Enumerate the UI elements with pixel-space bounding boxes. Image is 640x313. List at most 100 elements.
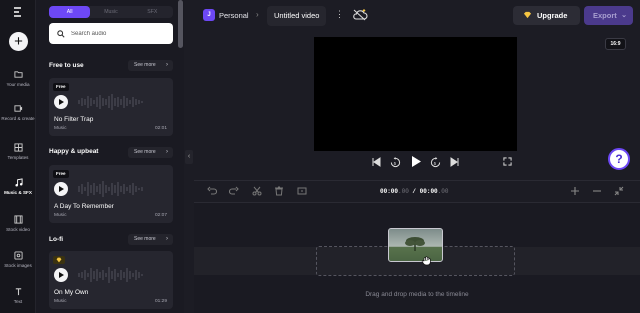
waveform-icon [78, 94, 143, 110]
audio-filter-tabs: All Music SFX [49, 6, 173, 18]
audio-panel: All Music SFX Free to use See more › Free… [36, 0, 184, 313]
menu-logo-icon[interactable] [12, 6, 24, 18]
rail-item-music-sfx[interactable]: Music & SFX [0, 178, 36, 195]
text-icon [15, 288, 21, 296]
top-bar: J Personal › Untitled video ⋮ Upgrade Ex… [194, 0, 640, 32]
play-icon[interactable] [410, 155, 422, 168]
audio-card[interactable]: Free A Day To Remember Music 02:07 [49, 165, 173, 223]
panel-scrollbar[interactable] [178, 0, 183, 48]
fullscreen-icon[interactable] [503, 157, 512, 166]
search-input[interactable] [71, 30, 161, 37]
aspect-ratio-button[interactable]: 16:9 [605, 38, 626, 50]
fit-timeline-icon[interactable] [614, 186, 624, 196]
see-more-button[interactable]: See more › [128, 234, 173, 245]
dragged-media-thumbnail[interactable] [388, 228, 443, 262]
tab-all[interactable]: All [49, 6, 91, 18]
waveform-icon [78, 267, 143, 283]
export-label: Export [593, 11, 617, 20]
premium-diamond-icon [53, 256, 65, 264]
delete-icon[interactable] [274, 186, 284, 196]
chevron-right-icon: › [166, 149, 168, 155]
add-media-icon[interactable] [297, 186, 307, 196]
see-more-label: See more [134, 62, 156, 68]
forward-5s-icon[interactable]: 5 [430, 157, 441, 168]
video-preview[interactable] [314, 37, 517, 151]
rail-item-your-media[interactable]: Your media [0, 70, 36, 87]
play-icon[interactable] [54, 268, 68, 282]
rail-item-stock-images[interactable]: Stock images [0, 251, 36, 268]
rail-item-record-create[interactable]: Record & create [0, 104, 36, 121]
zoom-in-icon[interactable] [570, 186, 580, 196]
total-time-fraction: .00 [437, 188, 449, 195]
rail-item-templates[interactable]: Templates [0, 143, 36, 160]
help-button[interactable]: ? [608, 148, 630, 170]
track-duration: 02:01 [154, 126, 167, 131]
rail-item-text[interactable]: Text [0, 287, 36, 304]
more-options-icon[interactable]: ⋮ [335, 9, 344, 20]
section-title: Lo-fi [49, 236, 64, 243]
see-more-button[interactable]: See more › [128, 60, 173, 71]
audio-card[interactable]: Free No Filter Trap Music 02:01 [49, 78, 173, 136]
rail-item-stock-video[interactable]: Stock video [0, 215, 36, 232]
time-separator: / [408, 188, 420, 195]
workspace-avatar[interactable]: J [203, 9, 215, 21]
search-icon [57, 29, 65, 38]
see-more-label: See more [134, 236, 156, 242]
track-category: Music [54, 126, 67, 131]
tab-sfx[interactable]: SFX [132, 6, 173, 18]
timecode: 00:00.00 / 00:00.00 [380, 188, 448, 195]
undo-icon[interactable] [207, 186, 217, 196]
rail-item-label: Templates [7, 155, 29, 160]
rail-item-label: Stock images [4, 263, 32, 268]
clipchamp-editor: + Your media Record & create Templates M… [0, 0, 640, 313]
play-icon[interactable] [54, 182, 68, 196]
record-icon [13, 105, 22, 112]
rewind-5s-icon[interactable]: 5 [390, 157, 401, 168]
total-time: 00:00 [419, 188, 438, 195]
waveform-icon [78, 181, 143, 197]
diamond-icon [523, 11, 532, 19]
chevron-right-icon: › [166, 236, 168, 242]
upgrade-button[interactable]: Upgrade [513, 6, 580, 25]
rail-item-label: Text [13, 299, 23, 304]
free-badge: Free [53, 83, 69, 91]
track-title: A Day To Remember [54, 203, 114, 210]
skip-forward-icon[interactable] [450, 157, 460, 167]
rail-item-label: Stock video [6, 227, 30, 232]
section-title: Free to use [49, 62, 84, 69]
rail-item-label: Music & SFX [4, 190, 32, 195]
redo-icon[interactable] [229, 186, 239, 196]
chevron-right-icon: › [166, 62, 168, 68]
scissors-icon[interactable] [252, 186, 262, 196]
folder-icon [13, 71, 23, 78]
skip-back-icon[interactable] [371, 157, 381, 167]
left-rail: + Your media Record & create Templates M… [0, 0, 36, 313]
track-duration: 01:29 [154, 299, 167, 304]
upgrade-label: Upgrade [537, 11, 568, 20]
cloud-off-icon[interactable] [352, 9, 368, 21]
track-duration: 02:07 [154, 213, 167, 218]
collapse-panel-button[interactable]: ‹ [185, 150, 193, 164]
svg-text:5: 5 [394, 161, 397, 166]
chevron-down-icon: ⌄ [621, 12, 627, 19]
current-time: 00:00 [380, 188, 399, 195]
rail-item-label: Record & create [1, 116, 35, 121]
play-icon[interactable] [54, 95, 68, 109]
timeline: 00:00.00 / 00:00.00 Drag and drop media … [194, 180, 640, 313]
audio-card[interactable]: On My Own Music 01:29 [49, 251, 173, 309]
timeline-toolbar: 00:00.00 / 00:00.00 [194, 181, 640, 203]
music-icon [14, 178, 23, 187]
project-name[interactable]: Untitled video [267, 6, 327, 26]
workspace-name[interactable]: Personal [219, 11, 249, 20]
drop-hint: Drag and drop media to the timeline [365, 291, 469, 298]
create-new-button[interactable]: + [9, 32, 28, 51]
rail-item-label: Your media [6, 82, 30, 87]
tab-music[interactable]: Music [90, 6, 131, 18]
film-icon [13, 215, 23, 224]
export-button[interactable]: Export ⌄ [584, 6, 633, 25]
track-category: Music [54, 213, 67, 218]
track-title: No Filter Trap [54, 116, 94, 123]
zoom-out-icon[interactable] [592, 186, 602, 196]
see-more-button[interactable]: See more › [128, 147, 173, 158]
section-title: Happy & upbeat [49, 148, 99, 155]
